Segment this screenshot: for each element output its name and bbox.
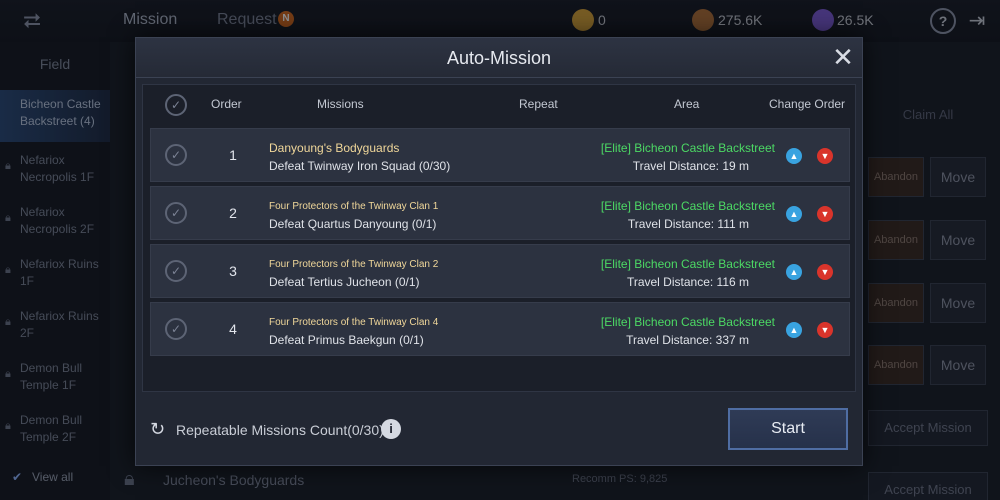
mission-objective: Defeat Twinway Iron Squad (0/30) <box>269 159 451 173</box>
travel-distance: Travel Distance: 116 m <box>626 275 749 289</box>
travel-distance: Travel Distance: 111 m <box>627 217 749 231</box>
mission-objective: Defeat Quartus Danyoung (0/1) <box>269 217 437 231</box>
mission-order: 3 <box>229 263 237 279</box>
mission-checkbox[interactable]: ✓ <box>165 202 187 224</box>
mission-objective: Defeat Tertius Jucheon (0/1) <box>269 275 420 289</box>
table-header: ✓ Order Missions Repeat Area Change Orde… <box>143 85 855 123</box>
mission-checkbox[interactable]: ✓ <box>165 318 187 340</box>
dialog-title: Auto-Mission <box>446 48 552 68</box>
info-icon[interactable]: i <box>381 419 401 439</box>
table-row[interactable]: ✓ 2 Four Protectors of the Twinway Clan … <box>150 186 850 240</box>
dialog-title-bar: Auto-Mission ✕ <box>136 38 862 78</box>
header-area: Area <box>674 97 700 111</box>
refresh-icon: ↻ <box>150 419 166 439</box>
mission-title: Four Protectors of the Twinway Clan 4 <box>269 317 439 328</box>
header-repeat: Repeat <box>519 97 558 111</box>
move-down-icon[interactable]: ▼ <box>817 206 833 222</box>
close-icon[interactable]: ✕ <box>830 44 856 70</box>
repeatable-missions-count: Repeatable Missions Count(0/30) <box>176 422 384 438</box>
header-order: Order <box>211 97 242 111</box>
move-up-icon[interactable]: ▲ <box>786 148 802 164</box>
move-up-icon[interactable]: ▲ <box>786 206 802 222</box>
header-missions: Missions <box>317 97 364 111</box>
mission-order: 2 <box>229 205 237 221</box>
move-up-icon[interactable]: ▲ <box>786 322 802 338</box>
start-button[interactable]: Start <box>728 408 848 450</box>
travel-distance: Travel Distance: 19 m <box>632 159 749 173</box>
table-row[interactable]: ✓ 4 Four Protectors of the Twinway Clan … <box>150 302 850 356</box>
mission-list: ✓ Order Missions Repeat Area Change Orde… <box>142 84 856 392</box>
travel-distance: Travel Distance: 337 m <box>626 333 749 347</box>
mission-order: 4 <box>229 321 237 337</box>
mission-title: Four Protectors of the Twinway Clan 1 <box>269 201 439 212</box>
mission-checkbox[interactable]: ✓ <box>165 144 187 166</box>
move-down-icon[interactable]: ▼ <box>817 264 833 280</box>
header-change-order: Change Order <box>769 97 846 111</box>
select-all-checkbox[interactable]: ✓ <box>165 94 187 116</box>
mission-area: [Elite] Bicheon Castle Backstreet <box>600 199 775 213</box>
mission-order: 1 <box>229 147 237 163</box>
mission-area: [Elite] Bicheon Castle Backstreet <box>600 257 775 271</box>
auto-mission-dialog: Auto-Mission ✕ ✓ Order Missions Repeat A… <box>135 37 863 466</box>
mission-objective: Defeat Primus Baekgun (0/1) <box>269 333 424 347</box>
mission-checkbox[interactable]: ✓ <box>165 260 187 282</box>
table-row[interactable]: ✓ 3 Four Protectors of the Twinway Clan … <box>150 244 850 298</box>
mission-title: Danyoung's Bodyguards <box>269 141 400 155</box>
move-down-icon[interactable]: ▼ <box>817 322 833 338</box>
move-up-icon[interactable]: ▲ <box>786 264 802 280</box>
mission-area: [Elite] Bicheon Castle Backstreet <box>600 141 775 155</box>
mission-title: Four Protectors of the Twinway Clan 2 <box>269 259 439 270</box>
move-down-icon[interactable]: ▼ <box>817 148 833 164</box>
table-row[interactable]: ✓ 1 Danyoung's Bodyguards Defeat Twinway… <box>150 128 850 182</box>
mission-area: [Elite] Bicheon Castle Backstreet <box>600 315 775 329</box>
